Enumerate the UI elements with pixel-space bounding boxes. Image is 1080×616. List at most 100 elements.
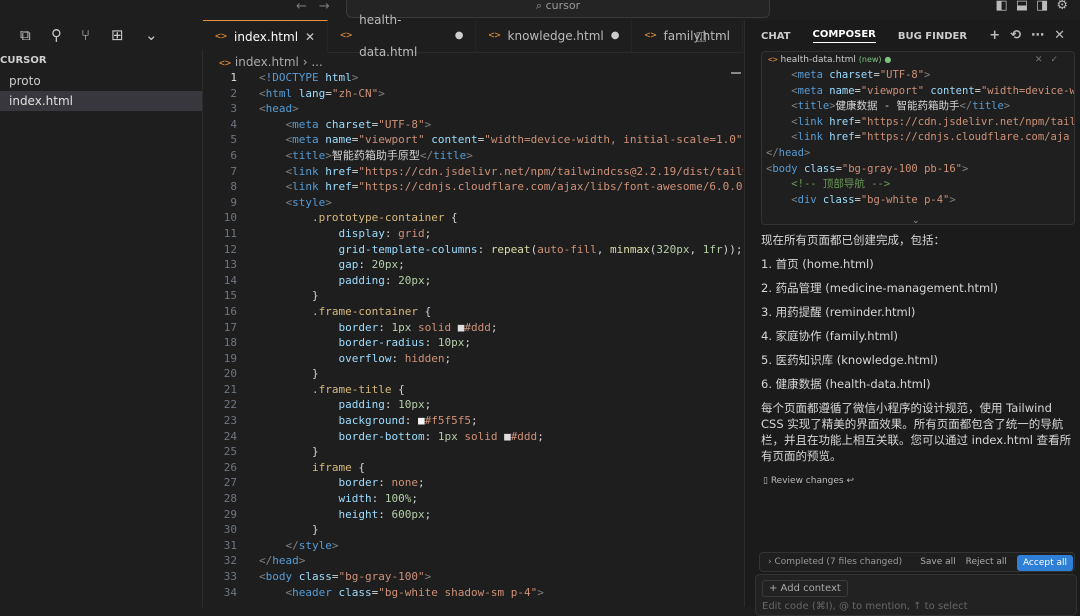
close-icon[interactable]: ✕ — [305, 21, 315, 53]
code-text: <body class="bg-gray-100"> — [259, 570, 432, 583]
line-number: 7 — [230, 164, 237, 178]
code-line[interactable]: 24 border-bottom: 1px solid ■#ddd; — [203, 429, 743, 445]
code-line[interactable]: 14 padding: 20px; — [203, 273, 743, 289]
code-line[interactable]: 10 .prototype-container { — [203, 210, 743, 226]
code-line[interactable]: 9 <style> — [203, 195, 743, 211]
back-arrow-icon[interactable]: ← — [296, 0, 307, 14]
tab-knowledge-html[interactable]: <> knowledge.html ● — [476, 20, 633, 52]
code-line[interactable]: 5 <meta name="viewport" content="width=d… — [203, 132, 743, 148]
extensions-icon[interactable]: ⊞ — [111, 26, 124, 44]
diff-line: <div class="bg-white p-4"> — [791, 193, 956, 206]
expand-chevron-icon[interactable]: › — [760, 557, 772, 567]
forward-arrow-icon[interactable]: → — [319, 0, 330, 14]
code-line[interactable]: 19 overflow: hidden; — [203, 351, 743, 367]
code-line[interactable]: 1 <!DOCTYPE html> — [203, 70, 743, 86]
diff-file-name[interactable]: health-data.html — [781, 55, 856, 65]
tab-bug-finder[interactable]: BUG FINDER — [898, 31, 967, 42]
line-number: 33 — [223, 570, 237, 583]
review-changes-button[interactable]: ▯ Review changes ↩ — [763, 476, 854, 486]
line-number: 19 — [223, 351, 237, 365]
code-line[interactable]: 25 } — [203, 444, 743, 460]
toggle-panel-icon[interactable]: ⬓ — [1016, 0, 1036, 13]
line-number: 5 — [230, 133, 237, 147]
toggle-sidebar-icon[interactable]: ◧ — [995, 0, 1015, 13]
code-line[interactable]: 20 } — [203, 366, 743, 382]
code-line[interactable]: 6 <title>智能药箱助手原型</title> — [203, 148, 743, 164]
code-text: <link href="https://cdn.jsdelivr.net/npm… — [285, 164, 744, 178]
code-line[interactable]: 17 border: 1px solid ■#ddd; — [203, 320, 743, 336]
explorer-item-index[interactable]: index.html — [0, 91, 202, 111]
code-text: .frame-title { — [311, 382, 405, 396]
file-icon: ▯ — [763, 476, 768, 486]
reject-all-button[interactable]: Reject all — [966, 553, 1007, 571]
nav-arrows: ← → — [296, 0, 342, 14]
code-line[interactable]: 27 border: none; — [203, 475, 743, 491]
code-text: background: ■#f5f5f5; — [338, 414, 478, 428]
code-line[interactable]: 15 } — [203, 288, 743, 304]
code-text: height: 600px; — [338, 507, 432, 521]
code-line[interactable]: 16 .frame-container { — [203, 304, 743, 320]
accept-all-button[interactable]: Accept all — [1016, 554, 1073, 571]
code-text: width: 100%; — [338, 492, 418, 506]
more-actions-icon[interactable]: ⋯ — [1031, 28, 1054, 43]
code-line[interactable]: 30 } — [203, 522, 743, 538]
close-icon[interactable]: ✕ — [1054, 28, 1075, 43]
code-line[interactable]: 34 <header class="bg-white shadow-sm p-4… — [203, 585, 743, 601]
more-actions-icon[interactable]: ⋯ — [715, 29, 735, 43]
code-line[interactable]: 31 </style> — [203, 538, 743, 554]
history-icon[interactable]: ⟲ — [1010, 28, 1031, 43]
diff-line: <title>健康数据 - 智能药箱助手</title> — [791, 100, 1011, 113]
diff-controls: ✕✓ — [1035, 52, 1066, 68]
expand-chevron-icon[interactable]: ⌄ — [912, 216, 920, 224]
files-icon[interactable]: ⧉ — [20, 26, 31, 44]
code-line[interactable]: 23 background: ■#f5f5f5; — [203, 413, 743, 429]
reject-x-icon[interactable]: ✕ — [1035, 55, 1051, 65]
code-line[interactable]: 18 border-radius: 10px; — [203, 335, 743, 351]
code-text: </style> — [285, 538, 339, 552]
code-line[interactable]: 32 </head> — [203, 553, 743, 569]
diff-preview: <> health-data.html (new) ● ✕✓ <meta cha… — [761, 51, 1075, 225]
explorer-item-proto[interactable]: proto — [0, 71, 202, 91]
code-editor[interactable]: 1 <!DOCTYPE html> 2 <html lang="zh-CN"> 3 <he… — [203, 70, 743, 607]
code-line[interactable]: 21 .frame-title { — [203, 382, 743, 398]
code-line[interactable]: 4 <meta charset="UTF-8"> — [203, 117, 743, 133]
code-line[interactable]: 26 iframe { — [203, 460, 743, 476]
code-line[interactable]: 33 <body class="bg-gray-100"> — [203, 569, 743, 585]
new-composer-icon[interactable]: + — [989, 28, 1010, 43]
accept-check-icon[interactable]: ✓ — [1050, 55, 1066, 65]
add-context-button[interactable]: + Add context — [762, 580, 848, 597]
line-number: 14 — [223, 273, 237, 287]
code-line[interactable]: 22 padding: 10px; — [203, 397, 743, 413]
chevron-down-icon[interactable]: ⌄ — [145, 26, 158, 44]
code-line[interactable]: 7 <link href="https://cdn.jsdelivr.net/n… — [203, 164, 743, 180]
line-number: 8 — [230, 180, 237, 194]
breadcrumb-file[interactable]: index.html — [235, 55, 299, 69]
command-center-label: cursor — [545, 0, 581, 12]
breadcrumb-symbol[interactable]: ... — [311, 55, 322, 69]
code-line[interactable]: 29 height: 600px; — [203, 507, 743, 523]
settings-gear-icon[interactable]: ⚙ — [1056, 0, 1076, 13]
diff-line: <link href="https://cdnjs.cloudflare.com… — [791, 131, 1070, 144]
tab-health-data-html[interactable]: <> health-data.html ● — [328, 13, 477, 59]
tab-index-html[interactable]: <> index.html ✕ — [203, 20, 329, 53]
modified-dot-icon: ● — [454, 30, 464, 41]
changes-bar: › Completed (7 files changed) Save all R… — [759, 552, 1075, 572]
code-line[interactable]: 12 grid-template-columns: repeat(auto-fi… — [203, 242, 743, 258]
code-line[interactable]: 2 <html lang="zh-CN"> — [203, 86, 743, 102]
composer-input[interactable]: + Add context Edit code (⌘I), @ to menti… — [755, 574, 1077, 616]
code-line[interactable]: 28 width: 100%; — [203, 491, 743, 507]
code-text: <meta name="viewport" content="width=dev… — [285, 133, 744, 147]
code-line[interactable]: 11 display: grid; — [203, 226, 743, 242]
tab-chat[interactable]: CHAT — [761, 31, 791, 42]
line-number: 18 — [223, 336, 237, 350]
code-line[interactable]: 8 <link href="https://cdnjs.cloudflare.c… — [203, 179, 743, 195]
search-icon[interactable]: ⚲ — [51, 26, 62, 44]
source-control-icon[interactable]: ⑂ — [81, 26, 90, 44]
editor-group: <> index.html ✕ <> health-data.html ● <>… — [203, 13, 743, 607]
split-editor-icon[interactable]: ◫ — [696, 29, 715, 43]
code-line[interactable]: 3 <head> — [203, 101, 743, 117]
save-all-button[interactable]: Save all — [920, 553, 955, 571]
code-line[interactable]: 13 gap: 20px; — [203, 257, 743, 273]
toggle-secondary-sidebar-icon[interactable]: ◨ — [1036, 0, 1056, 13]
tab-composer[interactable]: COMPOSER — [812, 29, 876, 43]
